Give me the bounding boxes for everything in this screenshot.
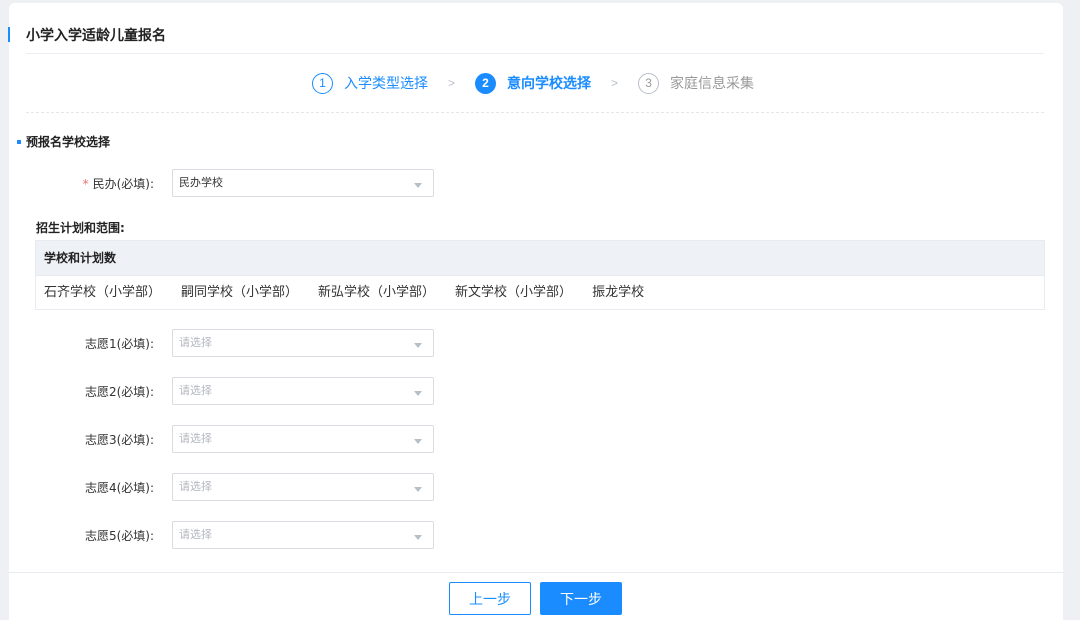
- plan-table-row: 石齐学校（小学部） 嗣同学校（小学部） 新弘学校（小学部） 新文学校（小学部） …: [36, 276, 1044, 310]
- chevron-down-icon: [414, 439, 422, 444]
- choice-2-select[interactable]: 请选择: [172, 377, 434, 405]
- step-1[interactable]: 1 入学类型选择: [312, 72, 428, 94]
- choice-4-placeholder: 请选择: [179, 480, 212, 493]
- choice-3-select[interactable]: 请选择: [172, 425, 434, 453]
- choice-1-select[interactable]: 请选择: [172, 329, 434, 357]
- footer-divider: [9, 572, 1063, 573]
- plan-table-header: 学校和计划数: [36, 241, 1044, 276]
- title-divider: [26, 53, 1044, 54]
- required-mark: *: [82, 177, 89, 191]
- page-title: 小学入学适龄儿童报名: [26, 28, 166, 44]
- choice-5-select[interactable]: 请选择: [172, 521, 434, 549]
- minban-select-value: 民办学校: [179, 176, 223, 189]
- step-1-label: 入学类型选择: [344, 76, 428, 92]
- step-2-number: 2: [475, 72, 497, 94]
- step-3-label: 家庭信息采集: [670, 76, 755, 92]
- section-title: 预报名学校选择: [26, 135, 111, 149]
- choice-1-placeholder: 请选择: [179, 336, 212, 349]
- plan-table: 学校和计划数 石齐学校（小学部） 嗣同学校（小学部） 新弘学校（小学部） 新文学…: [35, 240, 1045, 310]
- chevron-right-icon: >: [611, 76, 619, 90]
- step-indicator: 1 入学类型选择 > 2 意向学校选择 > 3 家庭信息采集: [312, 71, 754, 95]
- choice-2-placeholder: 请选择: [179, 384, 212, 397]
- plan-title: 招生计划和范围:: [36, 221, 125, 235]
- school-item: 嗣同学校（小学部）: [181, 285, 299, 300]
- steps-divider: [26, 112, 1044, 113]
- choice-5-label: 志愿5(必填):: [84, 529, 154, 543]
- school-item: 石齐学校（小学部）: [44, 285, 162, 300]
- choice-4-label: 志愿4(必填):: [84, 481, 154, 495]
- choice-4-select[interactable]: 请选择: [172, 473, 434, 501]
- step-1-number: 1: [312, 72, 333, 94]
- school-item: 新弘学校（小学部）: [318, 285, 436, 300]
- choice-2-label: 志愿2(必填):: [84, 385, 154, 399]
- step-3-number: 3: [638, 72, 660, 94]
- step-2[interactable]: 2 意向学校选择: [475, 72, 592, 94]
- chevron-right-icon: >: [448, 76, 456, 90]
- prev-step-button[interactable]: 上一步: [449, 582, 531, 615]
- section-bullet-icon: [17, 140, 21, 144]
- choice-3-placeholder: 请选择: [179, 432, 212, 445]
- chevron-down-icon: [414, 487, 422, 492]
- step-2-label: 意向学校选择: [507, 76, 592, 92]
- title-accent-bar: [8, 27, 10, 42]
- choice-3-label: 志愿3(必填):: [84, 433, 154, 447]
- chevron-down-icon: [414, 391, 422, 396]
- chevron-down-icon: [414, 183, 422, 188]
- minban-select[interactable]: 民办学校: [172, 169, 434, 197]
- next-step-button[interactable]: 下一步: [540, 582, 622, 615]
- chevron-down-icon: [414, 343, 422, 348]
- school-item: 新文学校（小学部）: [455, 285, 573, 300]
- school-item: 振龙学校: [592, 285, 645, 300]
- chevron-down-icon: [414, 535, 422, 540]
- choice-1-label: 志愿1(必填):: [84, 337, 154, 351]
- form-card: [9, 3, 1063, 620]
- choice-5-placeholder: 请选择: [179, 528, 212, 541]
- minban-label: * 民办(必填):: [82, 177, 154, 191]
- step-3[interactable]: 3 家庭信息采集: [638, 72, 755, 94]
